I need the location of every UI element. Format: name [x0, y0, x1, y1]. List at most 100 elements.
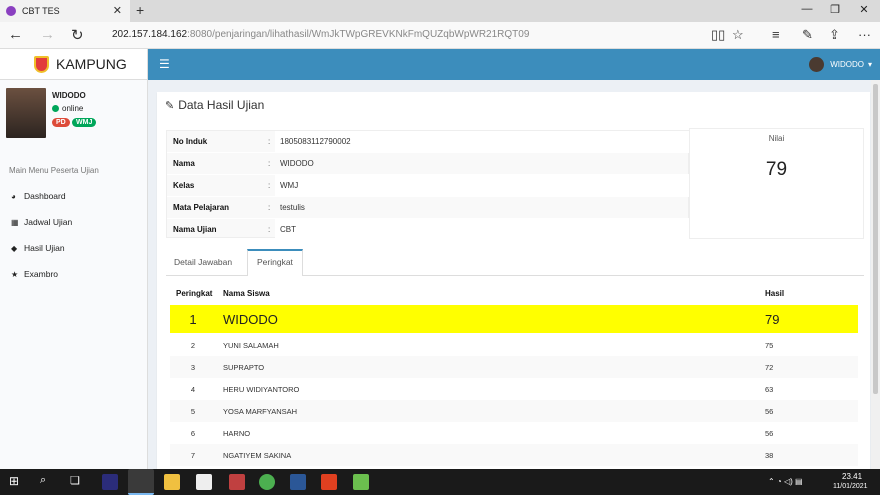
app-icon[interactable]: [353, 474, 369, 490]
info-colon: :: [268, 203, 271, 212]
tab-detail-jawaban[interactable]: Detail Jawaban: [174, 257, 232, 267]
user-panel: WIDODO online PD WMJ: [0, 80, 147, 156]
sidebar-item-exambro[interactable]: ★ Exambro: [11, 269, 58, 279]
col-header-name: Nama Siswa: [223, 289, 270, 298]
brand-name: KAMPUNG: [56, 56, 127, 72]
forward-icon[interactable]: →: [40, 26, 55, 43]
pdf-icon[interactable]: [321, 474, 337, 490]
user-menu[interactable]: WIDODO ▾: [809, 57, 872, 72]
store-icon[interactable]: [196, 474, 212, 490]
photoshop-icon[interactable]: [102, 474, 118, 490]
sidebar-item-label: Hasil Ujian: [24, 243, 65, 253]
window-close-icon[interactable]: ✕: [856, 3, 872, 16]
badge-pd: PD: [52, 118, 70, 127]
score-value: 79: [765, 159, 788, 180]
search-icon[interactable]: ⌕: [40, 474, 56, 490]
sidebar-item-hasil[interactable]: ◆ Hasil Ujian: [11, 243, 65, 253]
info-row: Nama Ujian: CBT: [167, 219, 690, 241]
dashboard-icon: ◕: [11, 191, 16, 201]
row-rank: 5: [190, 407, 196, 416]
row-score: 75: [765, 341, 774, 350]
app-logo[interactable]: KAMPUNG: [0, 49, 147, 80]
menu-toggle-icon[interactable]: ☰: [159, 57, 170, 71]
sidebar-item-label: Dashboard: [24, 191, 66, 201]
row-name: SUPRAPTO: [223, 363, 265, 372]
calendar-icon: ▦: [11, 217, 19, 227]
score-label: Nilai: [768, 134, 785, 143]
page-title: ✎ Data Hasil Ujian: [165, 98, 264, 112]
browser-titlebar: CBT TES ✕ + — ❐ ✕: [0, 0, 880, 22]
notes-icon[interactable]: ✎: [802, 27, 813, 43]
tab-bar: Detail Jawaban Peringkat: [166, 249, 864, 276]
row-name: YUNI SALAMAH: [223, 341, 279, 350]
info-value: WMJ: [280, 181, 299, 190]
edge-taskbar-icon[interactable]: [128, 469, 154, 495]
table-row: 5 YOSA MARFYANSAH 56: [170, 400, 858, 422]
app-topbar: ☰ WIDODO ▾: [148, 49, 880, 80]
file-explorer-icon[interactable]: [164, 474, 180, 490]
sidebar-item-dashboard[interactable]: ◕ Dashboard: [11, 191, 66, 201]
info-cell: [275, 219, 690, 241]
address-bar[interactable]: 202.157.184.162:8080/penjaringan/lihatha…: [112, 29, 529, 40]
row-name: YOSA MARFYANSAH: [223, 407, 298, 416]
col-header-score: Hasil: [765, 289, 785, 298]
info-label: Kelas: [173, 181, 195, 190]
row-name: WIDODO: [223, 312, 278, 327]
tab-favicon-icon: [6, 6, 16, 16]
result-panel: ✎ Data Hasil Ujian No Induk:1805083112790…: [157, 92, 870, 469]
reading-view-icon[interactable]: ▯▯: [711, 27, 725, 43]
badge-wmj: WMJ: [72, 118, 97, 127]
info-colon: :: [268, 159, 271, 168]
info-value: 1805083112790002: [280, 137, 351, 146]
minimize-icon[interactable]: —: [799, 3, 815, 15]
score-box: Nilai 79: [689, 128, 864, 239]
refresh-icon[interactable]: ↻: [71, 26, 84, 44]
info-row: No Induk:1805083112790002: [167, 131, 690, 153]
row-score: 56: [765, 407, 774, 416]
restore-icon[interactable]: ❐: [827, 3, 843, 16]
info-colon: :: [268, 225, 271, 234]
windows-start-icon[interactable]: ⊞: [9, 474, 25, 490]
back-icon[interactable]: ←: [8, 26, 23, 43]
sidebar-item-jadwal[interactable]: ▦ Jadwal Ujian: [11, 217, 72, 227]
winrar-icon[interactable]: [229, 474, 245, 490]
info-value: testulis: [280, 203, 305, 212]
row-rank: 6: [190, 429, 196, 438]
word-icon[interactable]: [290, 474, 306, 490]
chrome-icon[interactable]: [259, 474, 275, 490]
windows-taskbar: ⊞ ⌕ ❏ ⌃ ◔ ◁) ▤ 23.41 11/01/2021: [0, 469, 880, 495]
row-name: HARNO: [223, 429, 251, 438]
caret-down-icon: ▾: [867, 60, 872, 69]
scrollbar-thumb[interactable]: [873, 84, 878, 394]
info-label: Mata Pelajaran: [173, 203, 230, 212]
clock-date[interactable]: 11/01/2021: [833, 483, 868, 490]
row-score: 38: [765, 451, 774, 460]
more-icon[interactable]: ···: [858, 27, 871, 42]
tab-peringkat[interactable]: Peringkat: [257, 257, 293, 267]
hub-icon[interactable]: ≡: [772, 27, 780, 42]
table-row: 6 HARNO 56: [170, 422, 858, 444]
table-row: 2 YUNI SALAMAH 75: [170, 334, 858, 356]
favorite-star-icon[interactable]: ☆: [732, 27, 744, 43]
edit-icon: ✎: [165, 100, 175, 112]
info-label: No Induk: [173, 137, 208, 146]
info-cell: [275, 175, 690, 197]
tab-title: CBT TES: [22, 6, 60, 16]
info-table: No Induk:1805083112790002 Nama: WIDODO Ke…: [166, 130, 690, 241]
page-scrollbar[interactable]: [871, 80, 880, 469]
share-icon[interactable]: ⇪: [829, 27, 840, 43]
url-path: :8080/penjaringan/lihathasil/WmJkTWpGREV…: [187, 29, 530, 40]
browser-tab[interactable]: CBT TES ✕: [0, 0, 130, 22]
info-value: CBT: [280, 225, 296, 234]
shield-logo-icon: [34, 56, 49, 73]
row-rank: 2: [190, 341, 196, 350]
close-tab-icon[interactable]: ✕: [113, 4, 122, 17]
new-tab-icon[interactable]: +: [136, 2, 144, 18]
clock-time[interactable]: 23.41: [842, 472, 862, 481]
status-text: online: [62, 104, 84, 113]
row-rank: 1: [189, 312, 197, 327]
sidebar-item-label: Jadwal Ujian: [24, 217, 73, 227]
info-label: Nama Ujian: [173, 225, 217, 234]
task-view-icon[interactable]: ❏: [70, 474, 86, 490]
tray-icons[interactable]: ⌃ ◔ ◁) ▤: [768, 477, 803, 486]
